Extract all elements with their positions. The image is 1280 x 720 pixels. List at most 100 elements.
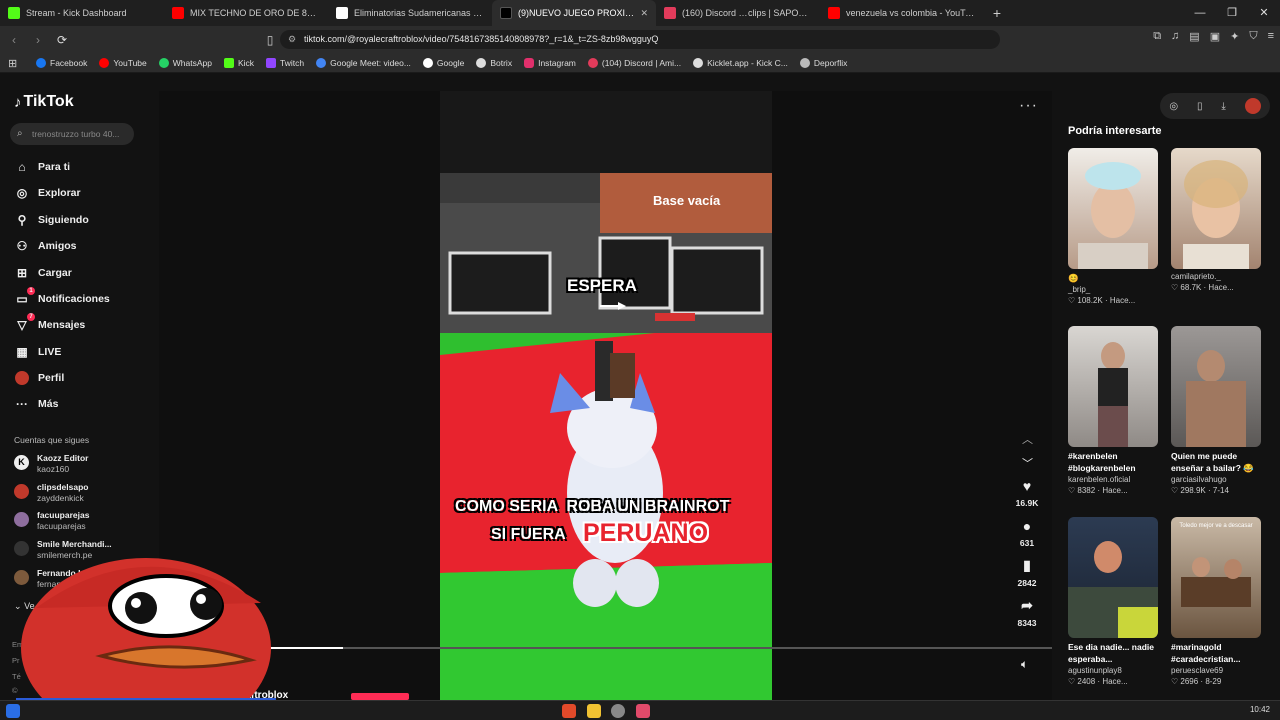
- extensions-icon[interactable]: ⧉: [1153, 30, 1161, 43]
- apps-grid-icon[interactable]: ⊞: [8, 57, 17, 70]
- comment-button[interactable]: ● 631: [1011, 518, 1043, 548]
- wallet-icon[interactable]: ▣: [1210, 30, 1220, 43]
- kick-favicon-icon: [8, 7, 20, 19]
- followed-account[interactable]: clipsdelsapo zayddenkick: [14, 482, 89, 504]
- espera-caption: ESPERA: [567, 276, 637, 295]
- menu-icon[interactable]: ≡: [1268, 30, 1274, 43]
- bookmark-item[interactable]: Kick: [223, 57, 254, 68]
- browser-tab-active[interactable]: (9)NUEVO JUEGO PROXIMAM ✕: [492, 0, 656, 26]
- video-backdrop: [440, 91, 772, 173]
- ai-icon[interactable]: ✦: [1230, 30, 1239, 43]
- file-explorer-icon[interactable]: [587, 704, 601, 718]
- browser-tab[interactable]: venezuela vs colombia - YouTube: [820, 0, 984, 26]
- reload-icon[interactable]: ⟳: [52, 33, 72, 47]
- bookmark-item[interactable]: YouTube: [99, 57, 147, 68]
- bookmark-item[interactable]: Kicklet.app - Kick C...: [693, 57, 788, 68]
- page-favicon-icon: [336, 7, 348, 19]
- close-window-icon[interactable]: ✕: [1248, 0, 1280, 26]
- bookmark-item[interactable]: Google: [422, 57, 464, 68]
- heart-icon: ♡: [1068, 677, 1076, 686]
- device-icon[interactable]: ▯: [1197, 101, 1203, 112]
- bookmark-item[interactable]: WhatsApp: [158, 57, 212, 68]
- recommended-video-card[interactable]: Ese dia nadie... nadie esperaba... agust…: [1068, 517, 1158, 687]
- browser-tab[interactable]: MIX TECHNO DE ORO DE 80's & 90's: [164, 0, 328, 26]
- nav-notificaciones[interactable]: ▭ 1 Notificaciones: [14, 287, 110, 307]
- bookmark-item[interactable]: Deporflix: [799, 57, 847, 68]
- bookmark-item[interactable]: Botrix: [476, 57, 512, 68]
- thumbnail-caption: Toledo mejor ve a descasar: [1179, 523, 1253, 529]
- search-icon: ⌕: [17, 128, 23, 139]
- nav-para-ti[interactable]: ⌂ Para ti: [14, 159, 70, 175]
- shield-icon[interactable]: ⛉: [1249, 30, 1257, 43]
- next-video-icon[interactable]: ﹀: [1022, 455, 1033, 471]
- bookmark-item[interactable]: Twitch: [266, 57, 304, 68]
- nav-explorar[interactable]: ◎ Explorar: [14, 185, 81, 201]
- nav-amigos[interactable]: ⚇ Amigos: [14, 238, 77, 254]
- nav-mensajes[interactable]: ▽ 7 Mensajes: [14, 313, 85, 333]
- volume-icon[interactable]: 🔈︎: [1021, 657, 1028, 672]
- comment-icon: ●: [1022, 518, 1032, 534]
- back-icon[interactable]: ‹: [4, 33, 24, 47]
- sidebar-icon[interactable]: ▤: [1189, 30, 1199, 43]
- new-tab-button[interactable]: +: [984, 5, 1010, 21]
- avatar[interactable]: [1244, 98, 1261, 114]
- nav-mas[interactable]: ··· Más: [14, 396, 58, 412]
- followed-account[interactable]: K Kaozz Editor kaoz160: [14, 453, 88, 475]
- bookmark-item[interactable]: (104) Discord | Ami...: [587, 57, 681, 68]
- browser-tab[interactable]: (160) Discord | # clips | SAPOLIC: [656, 0, 820, 26]
- video-progress-bar[interactable]: [255, 647, 1052, 649]
- app-icon[interactable]: [636, 704, 650, 718]
- bookmark-page-icon[interactable]: ▯: [260, 33, 280, 47]
- video-player[interactable]: Base vacía ESPERA COMO SERIA ROBA UN BRA…: [159, 91, 1052, 700]
- minimize-icon[interactable]: —: [1184, 0, 1216, 26]
- avatar: K: [14, 455, 29, 470]
- music-icon[interactable]: ♫: [1171, 30, 1179, 43]
- recommended-video-card[interactable]: 😊 _brip_ ♡ 108.2K · Hace...: [1068, 148, 1158, 306]
- recommended-video-card[interactable]: Toledo mejor ve a descasar #marinagold #…: [1171, 517, 1261, 687]
- nav-perfil[interactable]: Perfil: [14, 370, 64, 386]
- nav-siguiendo[interactable]: ⚲ Siguiendo: [14, 212, 89, 228]
- recommended-video-card[interactable]: Quien me puede enseñar a bailar? 😂 garci…: [1171, 326, 1261, 496]
- like-button[interactable]: ♥ 16.9K: [1011, 478, 1043, 508]
- tiktok-logo[interactable]: ♪ TikTok: [14, 93, 74, 111]
- obs-icon[interactable]: [611, 704, 625, 718]
- restore-icon[interactable]: ❐: [1216, 0, 1248, 26]
- bookmark-item[interactable]: Instagram: [524, 57, 576, 68]
- share-button[interactable]: ➦ 8343: [1011, 597, 1043, 628]
- compass-icon[interactable]: ◎: [1169, 101, 1178, 112]
- browser-tab[interactable]: Stream - Kick Dashboard: [0, 0, 164, 26]
- avatar: [14, 512, 29, 527]
- search-input[interactable]: ⌕ trenostruzzo turbo 40...: [10, 123, 134, 145]
- whatsapp-icon: [158, 57, 169, 68]
- video-caption-line1: COMO SERIA ROBA UN BRAINROT: [455, 498, 730, 515]
- bookmark-item[interactable]: Google Meet: video...: [316, 57, 411, 68]
- url-field[interactable]: ⚙ tiktok.com/@royalecraftroblox/video/754…: [280, 30, 1000, 49]
- video-thumbnail: [1068, 148, 1158, 269]
- close-tab-icon[interactable]: ✕: [634, 8, 648, 19]
- recommended-video-card[interactable]: camilaprieto._ ♡ 68.7K · Hace...: [1171, 148, 1261, 293]
- bookmark-item[interactable]: Facebook: [36, 57, 87, 68]
- forward-icon[interactable]: ›: [28, 33, 48, 47]
- window-controls: — ❐ ✕: [1184, 0, 1280, 26]
- video-caption-line2: SI FUERA: [491, 526, 566, 543]
- google-icon: [316, 57, 327, 68]
- windows-start-icon[interactable]: [6, 704, 20, 718]
- screen: Stream - Kick Dashboard MIX TECHNO DE OR…: [0, 0, 1280, 720]
- previous-video-icon[interactable]: ︿: [1022, 431, 1033, 447]
- follow-button[interactable]: [351, 693, 409, 700]
- save-button[interactable]: ▮ 2842: [1011, 557, 1043, 588]
- followed-account[interactable]: facuuparejas facuuparejas: [14, 510, 89, 532]
- site-info-icon[interactable]: ⚙: [288, 30, 296, 49]
- video-caption-highlight: PERUANO: [583, 519, 709, 547]
- avatar: [14, 484, 29, 499]
- browser-tab[interactable]: Eliminatorias Sudamericanas 2026: Ta: [328, 0, 492, 26]
- heart-icon: ♡: [1171, 283, 1179, 292]
- download-icon[interactable]: ⤓: [1221, 101, 1225, 112]
- nav-live[interactable]: ▦ LIVE: [14, 344, 61, 360]
- brave-browser-icon[interactable]: [562, 704, 576, 718]
- live-icon: ▦: [16, 345, 28, 359]
- video-frame[interactable]: Base vacía ESPERA COMO SERIA ROBA UN BRA…: [440, 173, 772, 700]
- more-options-icon[interactable]: ···: [1019, 97, 1038, 115]
- nav-cargar[interactable]: ⊞ Cargar: [14, 265, 72, 281]
- recommended-video-card[interactable]: #karenbelen #blogkarenbelen karenbelen.o…: [1068, 326, 1158, 496]
